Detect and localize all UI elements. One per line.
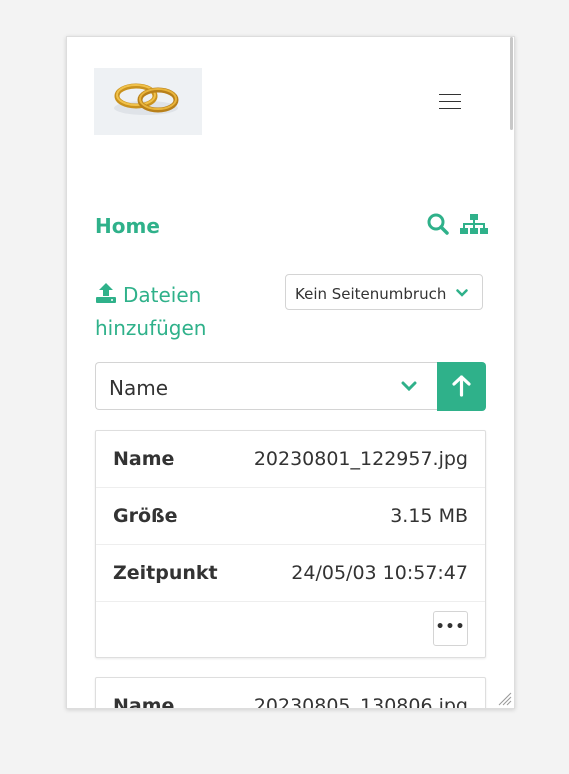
file-card-footer: ••• [96,602,485,658]
file-name-label: Name [113,695,175,709]
chevron-down-icon [456,289,468,297]
upload-icon [96,283,116,303]
file-name-label: Name [113,448,175,470]
file-time-value: 24/05/03 10:57:47 [291,562,468,584]
hamburger-menu-icon[interactable] [439,94,461,110]
file-row-time: Zeitpunkt 24/05/03 10:57:47 [96,545,485,602]
file-card: Name 20230805_130806.jpg [95,677,486,709]
breadcrumb-home-link[interactable]: Home [95,214,160,238]
sort-direction-button[interactable] [437,362,486,411]
app-frame: Home Dateien hinzufügen Kein Seitenumbru… [66,36,515,709]
more-options-button[interactable]: ••• [433,611,468,646]
scrollbar[interactable] [508,37,514,708]
upload-files-link[interactable]: Dateien hinzufügen [95,279,245,345]
logo-image[interactable] [94,68,202,135]
sort-field-select[interactable]: Name [95,362,438,410]
chevron-down-icon [401,381,417,391]
scrollbar-thumb[interactable] [510,37,513,130]
pagination-select[interactable]: Kein Seitenumbruch [285,274,483,310]
resize-grip-icon[interactable] [496,690,512,706]
file-card: Name 20230801_122957.jpg Größe 3.15 MB Z… [95,430,486,658]
arrow-up-icon [452,375,471,397]
file-name-value: 20230805_130806.jpg [253,695,468,709]
file-row-name: Name 20230805_130806.jpg [96,678,485,709]
search-icon[interactable] [427,213,449,235]
file-size-label: Größe [113,505,178,527]
rings-icon [94,68,202,135]
sort-field-value: Name [109,376,169,400]
sitemap-icon[interactable] [460,214,488,236]
file-row-name: Name 20230801_122957.jpg [96,431,485,488]
file-size-value: 3.15 MB [390,505,468,527]
file-time-label: Zeitpunkt [113,562,218,584]
file-row-size: Größe 3.15 MB [96,488,485,545]
file-name-value: 20230801_122957.jpg [253,448,468,470]
pagination-select-value: Kein Seitenumbruch [295,285,447,303]
